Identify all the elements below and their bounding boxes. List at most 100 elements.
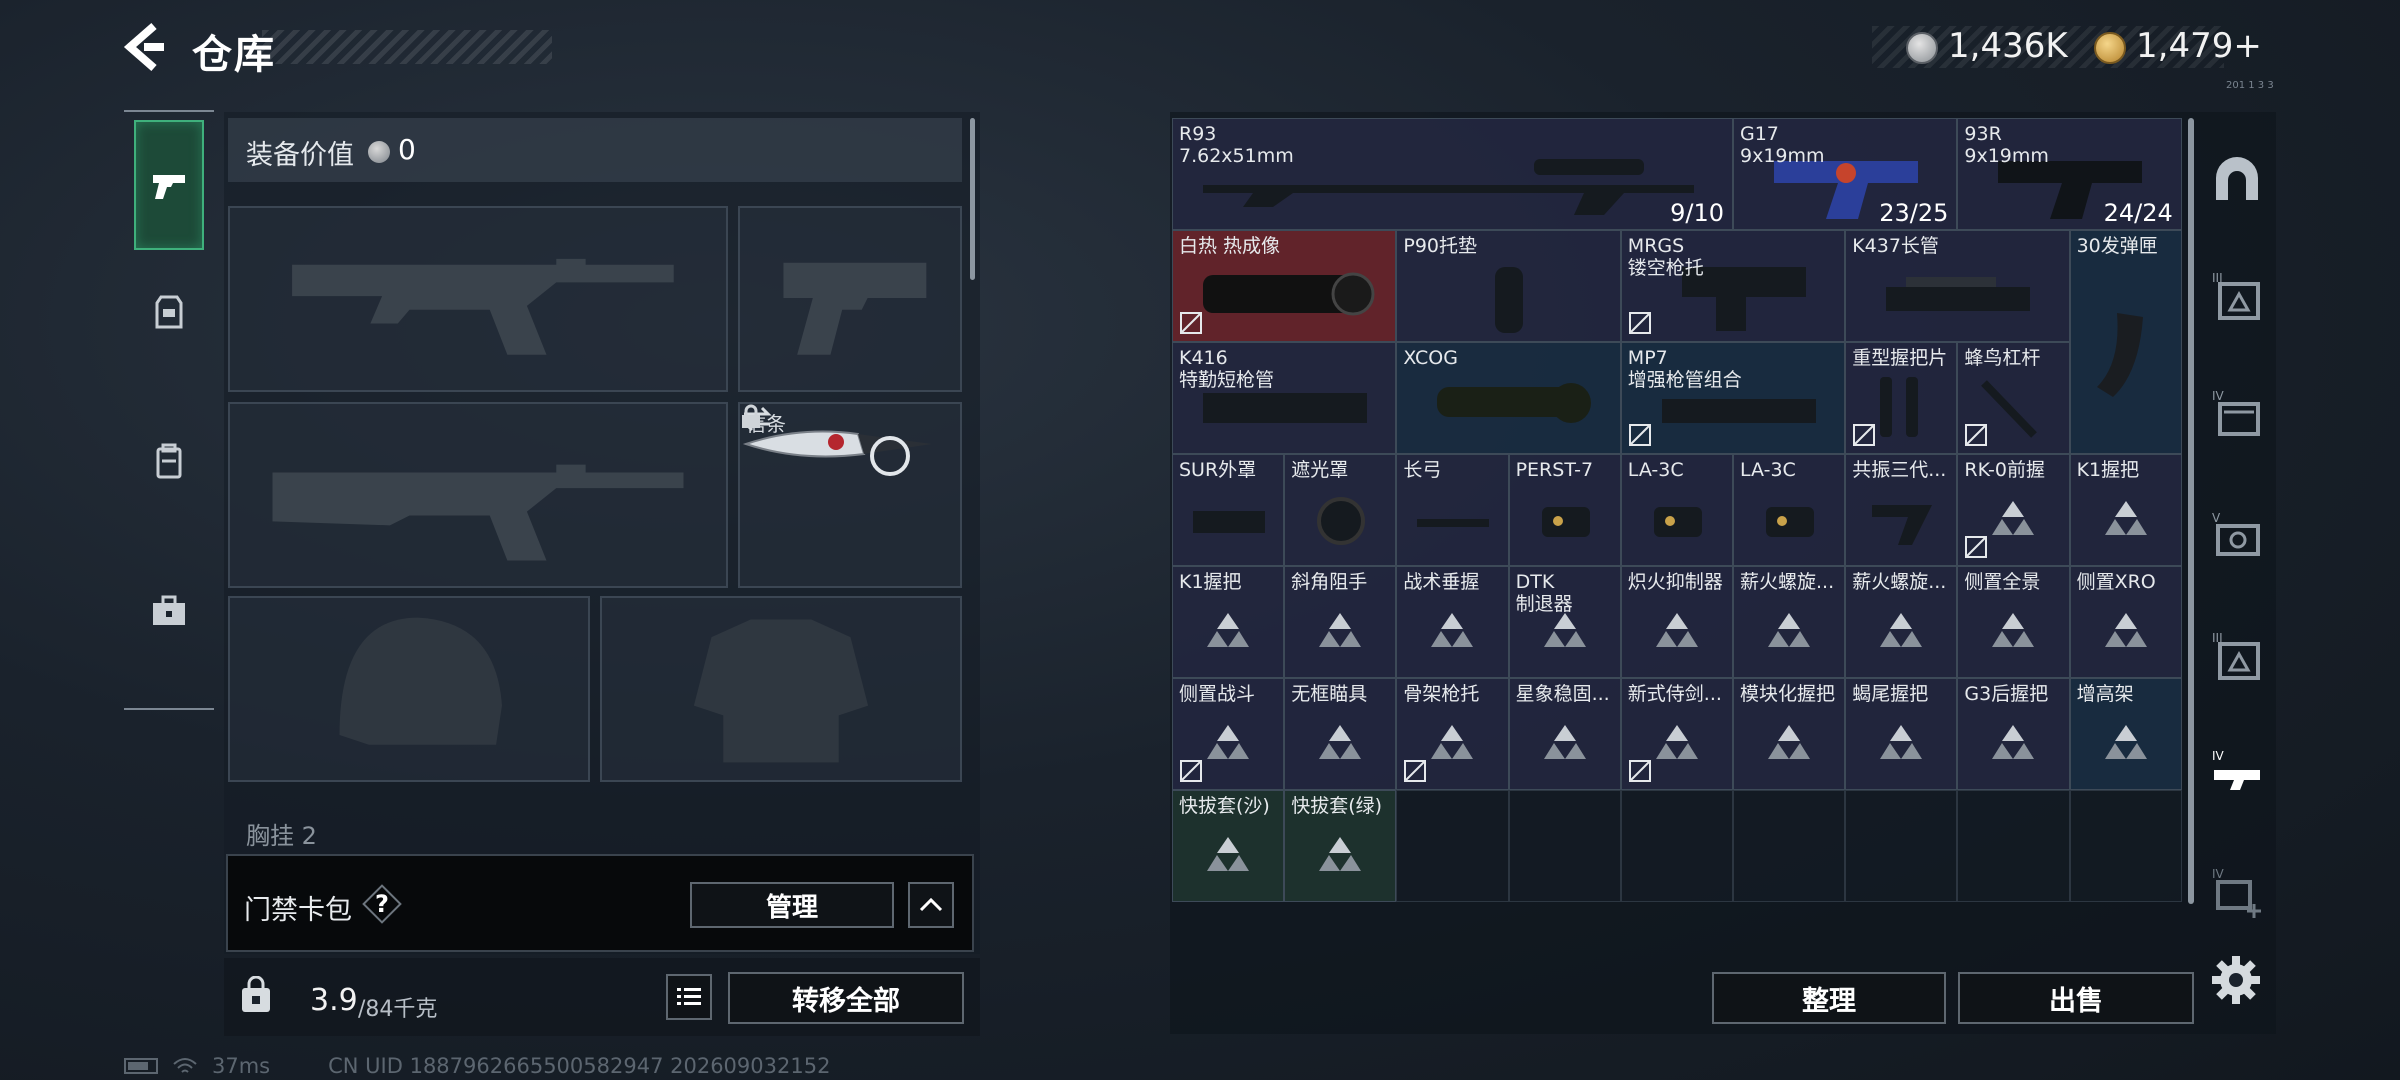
inventory-item[interactable]: R93 7.62x51mm 9/10 — [1172, 118, 1733, 230]
inventory-item[interactable]: 侧置全景 — [1957, 566, 2070, 678]
inventory-item[interactable]: MP7 增强枪管组合 — [1620, 342, 1846, 454]
unknown-item-icon — [1880, 724, 1923, 759]
item-name: G17 9x19mm — [1740, 123, 1825, 167]
help-icon[interactable]: ? — [362, 884, 402, 924]
inventory-item[interactable]: K1握把 — [1172, 566, 1285, 678]
tab-add-storage[interactable]: IV — [2200, 856, 2274, 930]
nav-toolbox[interactable] — [134, 546, 204, 676]
svg-text:IV: IV — [2212, 389, 2225, 403]
empty-slot[interactable] — [1508, 790, 1621, 902]
empty-slot[interactable] — [1957, 790, 2070, 902]
item-name: 30发弹匣 — [2076, 235, 2158, 257]
manage-button[interactable]: 管理 — [690, 882, 894, 928]
storage-tier-3-icon: III — [2212, 271, 2260, 320]
inventory-item[interactable]: 无框瞄具 — [1284, 678, 1397, 790]
inventory-item[interactable]: 蝎尾握把 — [1845, 678, 1958, 790]
svg-text:V: V — [2212, 511, 2221, 525]
empty-slot[interactable] — [2069, 790, 2182, 902]
silver-balance[interactable]: 1,436K — [1948, 26, 2068, 66]
list-view-button[interactable] — [666, 974, 712, 1020]
nav-weapons[interactable] — [134, 120, 204, 250]
inventory-item[interactable]: XCOG — [1396, 342, 1621, 454]
lock-icon — [742, 404, 760, 428]
inventory-item[interactable]: DTK 制退器 — [1508, 566, 1621, 678]
inventory-item[interactable]: 新式侍剑... — [1620, 678, 1733, 790]
warehouse-scrollbar[interactable] — [2188, 118, 2194, 904]
inventory-item[interactable]: LA-3C — [1620, 454, 1733, 566]
inventory-item[interactable]: SUR外罩 — [1172, 454, 1285, 566]
inventory-item[interactable]: 重型握把片 — [1845, 342, 1958, 454]
tab-storage-3b[interactable]: III — [2200, 620, 2274, 694]
inventory-item[interactable]: MRGS 镂空枪托 — [1620, 230, 1846, 342]
equipment-scrollbar[interactable] — [970, 118, 975, 280]
back-arrow-icon[interactable] — [120, 22, 168, 72]
inventory-item[interactable]: 93R 9x19mm 24/24 — [1957, 118, 2182, 230]
hidden-mark-icon — [1180, 760, 1202, 782]
gear-icon[interactable] — [2208, 952, 2264, 1008]
item-name: 白热 热成像 — [1179, 235, 1281, 257]
inventory-item[interactable]: K416 特勤短枪管 — [1172, 342, 1397, 454]
inventory-item[interactable]: 30发弹匣 — [2069, 230, 2182, 454]
inventory-item[interactable]: 遮光罩 — [1284, 454, 1397, 566]
sidearm-slot[interactable] — [738, 206, 962, 392]
empty-slot[interactable] — [1845, 790, 1958, 902]
inventory-item[interactable]: 炽火抑制器 — [1620, 566, 1733, 678]
primary-weapon-slot[interactable] — [228, 206, 728, 392]
empty-slot[interactable] — [1620, 790, 1733, 902]
empty-slot[interactable] — [1396, 790, 1509, 902]
inventory-item[interactable]: 薪火螺旋... — [1845, 566, 1958, 678]
gold-balance[interactable]: 1,479+ — [2136, 26, 2262, 66]
pistol-silhouette-icon — [783, 262, 927, 355]
item-subtitle: 特勤短枪管 — [1179, 369, 1275, 391]
toolbox-icon — [153, 595, 185, 625]
inventory-item[interactable]: 侧置XRO — [2069, 566, 2182, 678]
unknown-item-icon — [1207, 724, 1250, 759]
inventory-item[interactable]: PERST-7 — [1508, 454, 1621, 566]
inventory-item[interactable]: 战术垂握 — [1396, 566, 1509, 678]
inventory-item[interactable]: 增高架 — [2069, 678, 2182, 790]
nav-equipment[interactable] — [134, 248, 204, 378]
inventory-item[interactable]: 蜂鸟杠杆 — [1957, 342, 2070, 454]
inventory-item[interactable]: G3后握把 — [1957, 678, 2070, 790]
helmet-silhouette-icon — [339, 617, 502, 745]
tab-storage-5[interactable]: V — [2200, 500, 2274, 574]
inventory-item[interactable]: 快拔套(沙) — [1172, 790, 1285, 902]
melee-slot[interactable]: 信条 — [738, 402, 962, 588]
nav-backpack[interactable] — [134, 396, 204, 526]
transfer-all-button[interactable]: 转移全部 — [728, 972, 964, 1024]
inventory-item[interactable]: RK-0前握 — [1957, 454, 2070, 566]
tab-weapon-storage[interactable]: IV — [2200, 738, 2274, 812]
inventory-item[interactable]: K437长管 — [1845, 230, 2070, 342]
battery-icon — [124, 1058, 158, 1074]
collapse-button[interactable] — [908, 882, 954, 928]
tab-armory[interactable] — [2200, 142, 2274, 216]
inventory-item[interactable]: 模块化握把 — [1733, 678, 1846, 790]
inventory-item[interactable]: P90托垫 — [1396, 230, 1621, 342]
inventory-item[interactable]: 长弓 — [1396, 454, 1509, 566]
list-icon — [677, 988, 701, 1005]
page-title: 仓库 — [192, 32, 276, 78]
item-name: LA-3C — [1740, 459, 1796, 481]
helmet-slot[interactable] — [228, 596, 590, 782]
inventory-item[interactable]: 共振三代... — [1845, 454, 1958, 566]
item-name: 斜角阻手 — [1291, 571, 1368, 593]
armor-slot[interactable] — [600, 596, 962, 782]
empty-slot[interactable] — [1733, 790, 1846, 902]
inventory-item[interactable]: 快拔套(绿) — [1284, 790, 1397, 902]
sell-button[interactable]: 出售 — [1958, 972, 2194, 1024]
inventory-item[interactable]: 斜角阻手 — [1284, 566, 1397, 678]
inventory-item[interactable]: G17 9x19mm 23/25 — [1733, 118, 1958, 230]
inventory-item[interactable]: 星象稳固... — [1508, 678, 1621, 790]
inventory-item[interactable]: 侧置战斗 — [1172, 678, 1285, 790]
secondary-weapon-slot[interactable] — [228, 402, 728, 588]
inventory-item[interactable]: LA-3C — [1733, 454, 1846, 566]
tab-storage-4[interactable]: IV — [2200, 378, 2274, 452]
sort-button[interactable]: 整理 — [1712, 972, 1946, 1024]
unknown-item-icon — [1992, 724, 2035, 759]
inventory-item[interactable]: 骨架枪托 — [1396, 678, 1509, 790]
inventory-item[interactable]: K1握把 — [2069, 454, 2182, 566]
tab-storage-3[interactable]: III — [2200, 260, 2274, 334]
hidden-mark-icon — [1628, 312, 1651, 334]
inventory-item[interactable]: 薪火螺旋... — [1733, 566, 1846, 678]
inventory-item[interactable]: 白热 热成像 — [1172, 230, 1397, 342]
